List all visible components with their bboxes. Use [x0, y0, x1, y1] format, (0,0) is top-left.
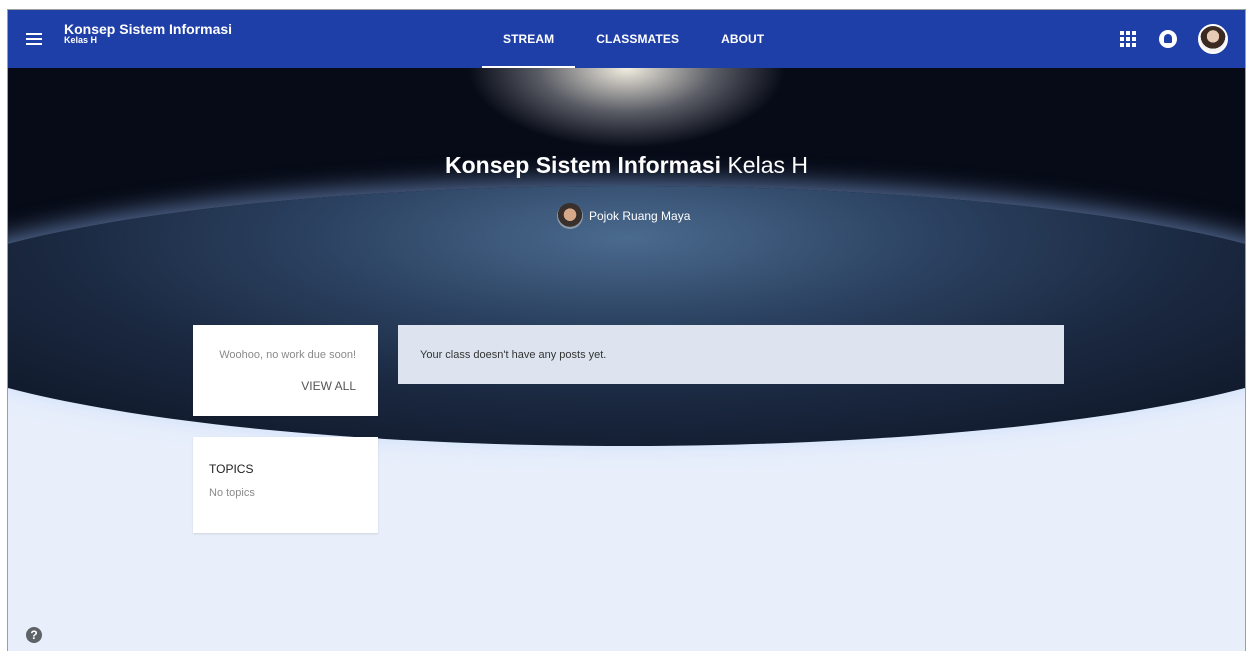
- upcoming-work-message: Woohoo, no work due soon!: [219, 349, 356, 361]
- class-banner: Konsep Sistem Informasi Kelas H Pojok Ru…: [8, 68, 1245, 446]
- tab-about[interactable]: ABOUT: [700, 10, 785, 68]
- teacher-chip: Pojok Ruang Maya: [557, 203, 690, 229]
- tab-classmates[interactable]: CLASSMATES: [575, 10, 700, 68]
- help-icon[interactable]: ?: [26, 627, 42, 643]
- stream-empty-panel: Your class doesn't have any posts yet.: [398, 325, 1064, 384]
- class-tabs: STREAM CLASSMATES ABOUT: [482, 10, 785, 68]
- top-app-bar: Konsep Sistem Informasi Kelas H STREAM C…: [8, 10, 1245, 68]
- apps-grid-icon[interactable]: [1120, 31, 1136, 47]
- teacher-avatar: [557, 203, 583, 229]
- hamburger-menu-icon[interactable]: [22, 27, 46, 51]
- view-all-button[interactable]: VIEW ALL: [301, 379, 356, 393]
- stream-empty-message: Your class doesn't have any posts yet.: [420, 349, 607, 361]
- topics-empty-message: No topics: [209, 487, 255, 499]
- notification-bell-icon[interactable]: [1159, 30, 1177, 48]
- teacher-name: Pojok Ruang Maya: [589, 209, 691, 223]
- header-class-section: Kelas H: [64, 35, 98, 45]
- upcoming-work-card: Woohoo, no work due soon! VIEW ALL: [193, 325, 378, 416]
- classroom-window: Konsep Sistem Informasi Kelas H STREAM C…: [7, 9, 1246, 651]
- topics-card: TOPICS No topics: [193, 437, 378, 533]
- banner-class-name: Konsep Sistem Informasi: [444, 152, 722, 178]
- user-avatar[interactable]: [1198, 24, 1228, 54]
- banner-class-section: Kelas H: [727, 152, 808, 178]
- topics-heading: TOPICS: [209, 462, 254, 476]
- tab-stream[interactable]: STREAM: [482, 10, 576, 68]
- banner-title: Konsep Sistem Informasi Kelas H: [8, 151, 1245, 179]
